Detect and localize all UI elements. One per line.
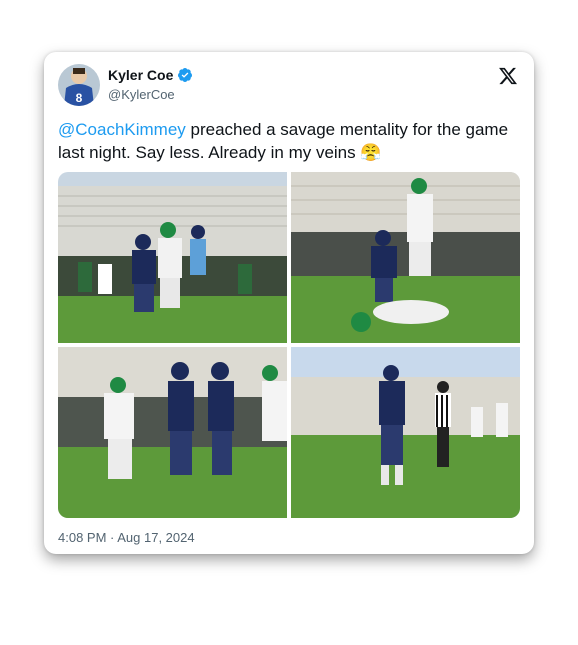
- author-name-row: Kyler Coe: [108, 67, 193, 83]
- photo-4[interactable]: [291, 347, 520, 518]
- tweet-text: @CoachKimmey preached a savage mentality…: [58, 118, 520, 164]
- tweet-timestamp[interactable]: 4:08 PM · Aug 17, 2024: [58, 530, 195, 545]
- avatar[interactable]: 8: [58, 64, 100, 106]
- photo-1[interactable]: [58, 172, 287, 343]
- verified-badge-icon: [178, 68, 193, 82]
- photo-4-image: [291, 347, 520, 518]
- author-display-name[interactable]: Kyler Coe: [108, 67, 173, 83]
- mention-link[interactable]: @CoachKimmey: [58, 120, 186, 139]
- photo-3-image: [58, 347, 287, 518]
- tweet-card: 8 Kyler Coe @KylerCoe @CoachKimmey preac…: [44, 52, 534, 554]
- photo-1-image: [58, 172, 287, 343]
- face-emoji: 😤: [360, 143, 382, 162]
- photo-2[interactable]: [291, 172, 520, 343]
- avatar-image: 8: [58, 64, 100, 106]
- photo-2-image: [291, 172, 520, 343]
- author-handle[interactable]: @KylerCoe: [108, 87, 175, 102]
- x-logo-icon[interactable]: [498, 66, 518, 86]
- avatar-jersey-number: 8: [76, 91, 83, 105]
- photo-3[interactable]: [58, 347, 287, 518]
- photo-grid: [58, 172, 520, 518]
